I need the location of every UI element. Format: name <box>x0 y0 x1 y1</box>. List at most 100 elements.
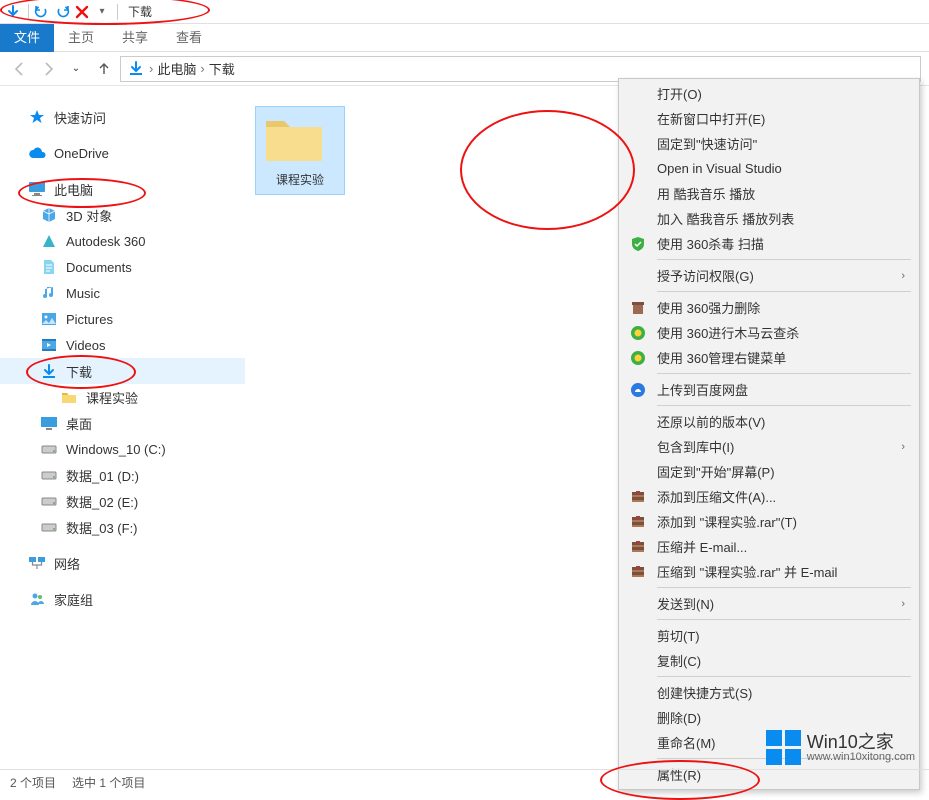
context-menu-item[interactable]: 固定到"快速访问" <box>619 131 919 156</box>
context-menu-item[interactable]: 在新窗口中打开(E) <box>619 106 919 131</box>
context-menu-label: 还原以前的版本(V) <box>657 412 905 431</box>
star-icon <box>28 108 46 126</box>
breadcrumb-item[interactable]: 此电脑 <box>157 59 196 78</box>
tree-label: Music <box>66 286 100 301</box>
nav-history-dropdown-icon[interactable]: ⌄ <box>64 57 88 81</box>
context-menu-item[interactable]: 使用 360强力删除 <box>619 295 919 320</box>
tree-item-drive[interactable]: 数据_02 (E:) <box>0 488 245 514</box>
download-icon <box>40 362 58 380</box>
tree-item-onedrive[interactable]: OneDrive <box>0 140 245 166</box>
context-menu-label: 加入 酷我音乐 播放列表 <box>657 209 905 228</box>
close-x-icon[interactable] <box>73 3 91 21</box>
rar-icon <box>627 489 649 505</box>
context-menu-item[interactable]: 压缩到 "课程实验.rar" 并 E-mail <box>619 559 919 584</box>
context-menu-label: Open in Visual Studio <box>657 161 905 176</box>
title-bar: ▾ 下载 <box>0 0 929 24</box>
context-menu-item[interactable]: 删除(D) <box>619 705 919 730</box>
context-menu-item[interactable]: 固定到"开始"屏幕(P) <box>619 459 919 484</box>
context-menu-label: 包含到库中(I) <box>657 437 901 456</box>
context-menu-item[interactable]: 使用 360进行木马云查杀 <box>619 320 919 345</box>
ribbon-tab-file[interactable]: 文件 <box>0 24 54 52</box>
context-menu-separator <box>657 405 911 406</box>
tree-label: 课程实验 <box>86 388 138 407</box>
tree-label: 下载 <box>66 362 92 381</box>
tree-label: 数据_03 (F:) <box>66 518 138 537</box>
context-menu-separator <box>657 259 911 260</box>
tree-item-downloads[interactable]: 下载 <box>0 358 245 384</box>
tree-item[interactable]: 课程实验 <box>0 384 245 410</box>
context-menu-label: 固定到"快速访问" <box>657 134 905 153</box>
tree-item-this-pc[interactable]: 此电脑 <box>0 176 245 202</box>
context-menu-label: 压缩到 "课程实验.rar" 并 E-mail <box>657 562 905 581</box>
navigation-tree: 快速访问 OneDrive 此电脑 3D 对象 Autodesk 360 Doc… <box>0 86 245 769</box>
context-menu-item[interactable]: 剪切(T) <box>619 623 919 648</box>
context-menu-item[interactable]: 包含到库中(I)› <box>619 434 919 459</box>
shield-icon <box>627 236 649 252</box>
redo-icon[interactable] <box>53 3 71 21</box>
tree-item-drive[interactable]: Windows_10 (C:) <box>0 436 245 462</box>
drive-icon <box>40 440 58 458</box>
context-menu-item[interactable]: 还原以前的版本(V) <box>619 409 919 434</box>
tree-item-quick-access[interactable]: 快速访问 <box>0 104 245 130</box>
drive-icon <box>40 518 58 536</box>
3d-objects-icon <box>40 206 58 224</box>
tree-label: Documents <box>66 260 132 275</box>
tree-label: 桌面 <box>66 414 92 433</box>
context-menu-item[interactable]: 使用 360管理右键菜单 <box>619 345 919 370</box>
tree-item-homegroup[interactable]: 家庭组 <box>0 586 245 612</box>
ribbon-tab-home[interactable]: 主页 <box>54 24 108 52</box>
context-menu-item[interactable]: Open in Visual Studio <box>619 156 919 181</box>
undo-icon[interactable] <box>33 3 51 21</box>
tree-item[interactable]: 3D 对象 <box>0 202 245 228</box>
context-menu-label: 复制(C) <box>657 651 905 670</box>
tree-item[interactable]: Documents <box>0 254 245 280</box>
context-menu-item[interactable]: 使用 360杀毒 扫描 <box>619 231 919 256</box>
pictures-icon <box>40 310 58 328</box>
context-menu-item[interactable]: 添加到压缩文件(A)... <box>619 484 919 509</box>
window-title: 下载 <box>128 3 152 20</box>
down-arrow-icon[interactable] <box>4 3 22 21</box>
nav-forward-icon[interactable] <box>36 57 60 81</box>
tree-item[interactable]: Pictures <box>0 306 245 332</box>
context-menu-item[interactable]: 授予访问权限(G)› <box>619 263 919 288</box>
context-menu-item[interactable]: 打开(O) <box>619 81 919 106</box>
nav-back-icon[interactable] <box>8 57 32 81</box>
tree-item-network[interactable]: 网络 <box>0 550 245 576</box>
tree-item[interactable]: Autodesk 360 <box>0 228 245 254</box>
breadcrumb-item[interactable]: 下载 <box>209 59 235 78</box>
tree-label: Videos <box>66 338 106 353</box>
tree-label: 数据_01 (D:) <box>66 466 139 485</box>
context-menu-item[interactable]: 压缩并 E-mail... <box>619 534 919 559</box>
folder-icon <box>60 388 78 406</box>
folder-tile[interactable]: 课程实验 <box>255 106 345 195</box>
360y-icon <box>627 325 649 341</box>
nav-up-icon[interactable] <box>92 57 116 81</box>
context-menu-label: 删除(D) <box>657 708 905 727</box>
context-menu-separator <box>657 676 911 677</box>
chevron-right-icon: › <box>901 598 905 610</box>
qat-dropdown-icon[interactable]: ▾ <box>93 3 111 21</box>
context-menu-separator <box>657 619 911 620</box>
computer-icon <box>28 180 46 198</box>
context-menu-item[interactable]: 用 酷我音乐 播放 <box>619 181 919 206</box>
context-menu-item[interactable]: 发送到(N)› <box>619 591 919 616</box>
ribbon-tab-share[interactable]: 共享 <box>108 24 162 52</box>
watermark: Win10之家 www.win10xitong.com <box>766 730 915 765</box>
context-menu-item[interactable]: 创建快捷方式(S) <box>619 680 919 705</box>
context-menu-label: 添加到压缩文件(A)... <box>657 487 905 506</box>
tree-item-desktop[interactable]: 桌面 <box>0 410 245 436</box>
context-menu-label: 在新窗口中打开(E) <box>657 109 905 128</box>
tree-item-drive[interactable]: 数据_01 (D:) <box>0 462 245 488</box>
context-menu-item[interactable]: 上传到百度网盘 <box>619 377 919 402</box>
ribbon-tab-view[interactable]: 查看 <box>162 24 216 52</box>
tree-item-drive[interactable]: 数据_03 (F:) <box>0 514 245 540</box>
context-menu-label: 使用 360强力删除 <box>657 298 905 317</box>
tree-item[interactable]: Music <box>0 280 245 306</box>
context-menu-label: 授予访问权限(G) <box>657 266 901 285</box>
drive-icon <box>40 492 58 510</box>
context-menu-item[interactable]: 复制(C) <box>619 648 919 673</box>
context-menu-item[interactable]: 加入 酷我音乐 播放列表 <box>619 206 919 231</box>
context-menu-label: 打开(O) <box>657 84 905 103</box>
tree-item[interactable]: Videos <box>0 332 245 358</box>
context-menu-item[interactable]: 添加到 "课程实验.rar"(T) <box>619 509 919 534</box>
